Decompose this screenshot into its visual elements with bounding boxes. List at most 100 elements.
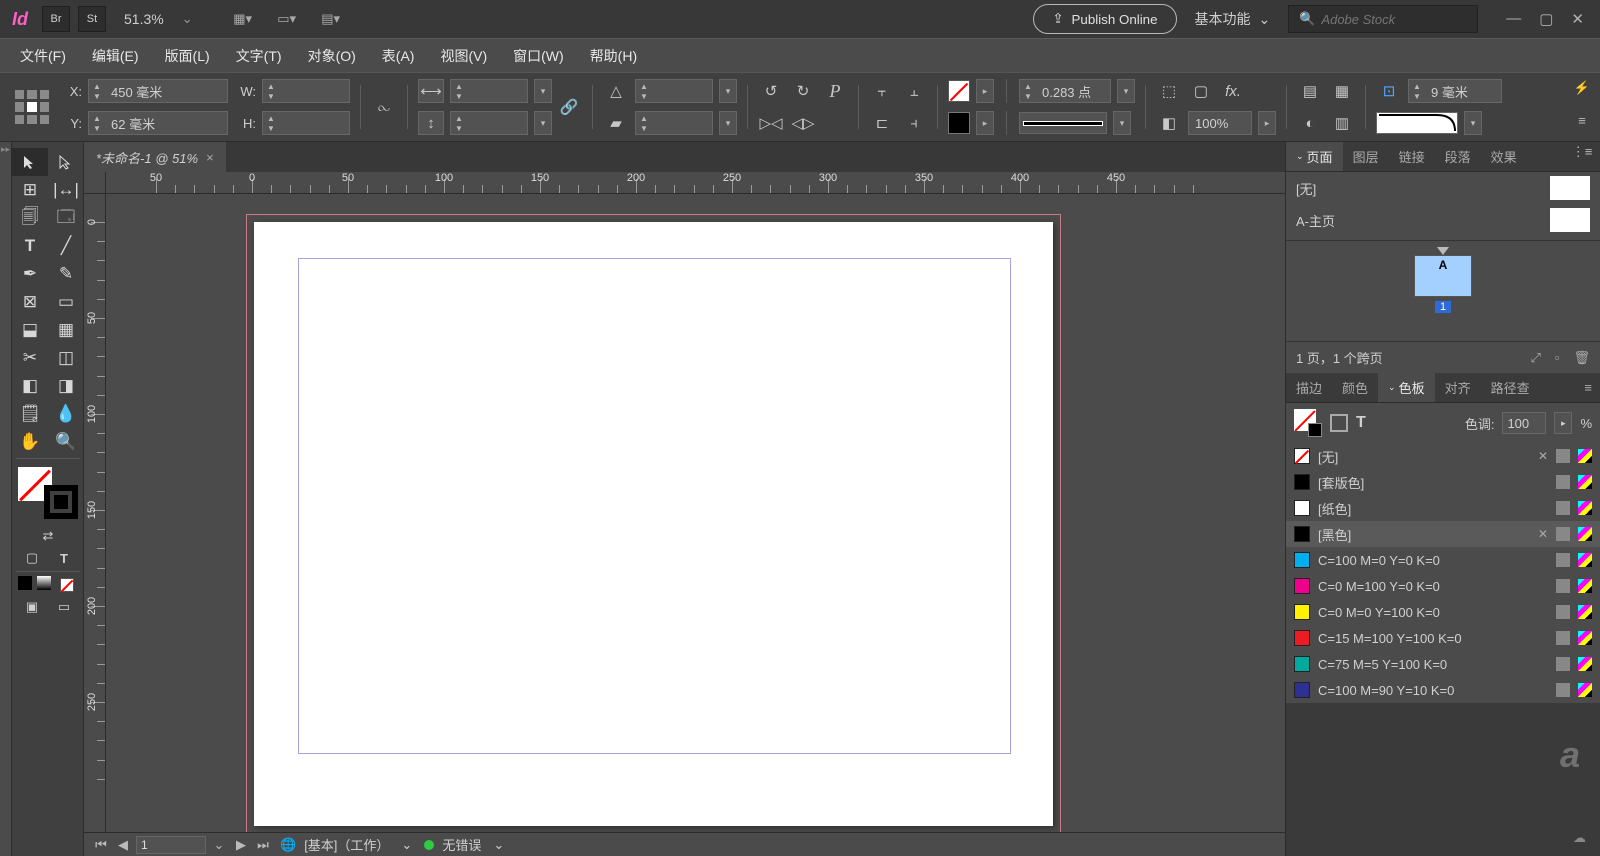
- pencil-tool[interactable]: ✎: [48, 260, 84, 288]
- rotate-ccw-icon[interactable]: ↺: [758, 79, 784, 103]
- link-scale-icon[interactable]: 🔗: [556, 95, 582, 119]
- tab-layers[interactable]: 图层: [1343, 142, 1389, 171]
- canvas[interactable]: [106, 194, 1285, 856]
- arrange-view-icon[interactable]: ▦▾: [231, 7, 255, 31]
- vertical-ruler[interactable]: 050100150200250: [84, 194, 106, 856]
- menu-window[interactable]: 窗口(W): [501, 40, 576, 72]
- fit-content-icon[interactable]: ⬚: [1156, 79, 1182, 103]
- minimize-button[interactable]: —: [1506, 10, 1521, 28]
- swatch-row[interactable]: [黑色]✕: [1286, 521, 1600, 547]
- direct-selection-tool[interactable]: [48, 148, 84, 176]
- corner-options-icon[interactable]: ⊡: [1376, 79, 1402, 103]
- menu-file[interactable]: 文件(F): [8, 40, 78, 72]
- tab-links[interactable]: 链接: [1389, 142, 1435, 171]
- eyedropper-tool[interactable]: 💧: [48, 400, 84, 428]
- stroke-style-selector[interactable]: [1019, 112, 1107, 134]
- preview-view-icon[interactable]: ▭: [53, 598, 75, 616]
- menu-table[interactable]: 表(A): [370, 40, 427, 72]
- corner-shape-selector[interactable]: [1376, 112, 1458, 134]
- menu-layout[interactable]: 版面(L): [153, 40, 222, 72]
- stroke-weight-input[interactable]: ▲▼0.283 点: [1019, 79, 1111, 103]
- scale-x-icon[interactable]: ⟷: [418, 79, 444, 103]
- stock-button[interactable]: St: [78, 6, 106, 32]
- scissors-tool[interactable]: ✂: [12, 344, 48, 372]
- rotate-cw-icon[interactable]: ↻: [790, 79, 816, 103]
- note-tool[interactable]: 🗒: [12, 400, 48, 428]
- new-page-icon[interactable]: ▫: [1555, 350, 1560, 366]
- workspace-selector[interactable]: 基本功能 ⌄: [1185, 9, 1281, 29]
- swatch-row[interactable]: C=15 M=100 Y=100 K=0: [1286, 625, 1600, 651]
- corner-radius-input[interactable]: ▲▼9 毫米: [1408, 79, 1502, 103]
- swatch-row[interactable]: C=100 M=0 Y=0 K=0: [1286, 547, 1600, 573]
- tab-effects[interactable]: 效果: [1481, 142, 1527, 171]
- selection-tool[interactable]: [12, 148, 48, 176]
- page-dropdown-icon[interactable]: ⌄: [210, 837, 228, 853]
- apply-none-icon[interactable]: [56, 576, 78, 594]
- shear-input[interactable]: ▲▼: [635, 111, 713, 135]
- prev-page-icon[interactable]: ◀: [114, 837, 132, 853]
- flip-h-icon[interactable]: ▷◁: [758, 111, 784, 135]
- publish-online-button[interactable]: ⇪ Publish Online: [1033, 4, 1176, 34]
- arrange-documents-icon[interactable]: ▤▾: [319, 7, 343, 31]
- cc-libraries-icon[interactable]: ☁: [1573, 830, 1586, 846]
- content-placer-tool[interactable]: 🗔: [48, 204, 84, 232]
- x-input[interactable]: ▲▼450 毫米: [88, 79, 228, 103]
- polygon-tool[interactable]: ▦: [48, 316, 84, 344]
- master-a-thumb[interactable]: [1550, 208, 1590, 232]
- fill-dropdown[interactable]: ▸: [976, 79, 994, 103]
- text-wrap-bound-icon[interactable]: ▦: [1329, 79, 1355, 103]
- flip-v-icon[interactable]: ◁▷: [790, 111, 816, 135]
- constrain-proportions-icon[interactable]: ⧜: [371, 95, 397, 119]
- document-tab[interactable]: *未命名-1 @ 51% ×: [84, 142, 226, 172]
- type-tool[interactable]: T: [12, 232, 48, 260]
- fx-icon[interactable]: fx.: [1220, 79, 1246, 103]
- line-tool[interactable]: ╱: [48, 232, 84, 260]
- gradient-swatch-tool[interactable]: ◧: [12, 372, 48, 400]
- page-1-thumbnail[interactable]: A: [1414, 255, 1472, 297]
- text-wrap-jump-icon[interactable]: ▥: [1329, 111, 1355, 135]
- tab-swatches[interactable]: ⌄色板: [1378, 373, 1435, 402]
- w-input[interactable]: ▲▼: [262, 79, 350, 103]
- menu-edit[interactable]: 编辑(E): [80, 40, 151, 72]
- swatches-fill-stroke-proxy[interactable]: [1294, 409, 1322, 437]
- gradient-feather-tool[interactable]: ◨: [48, 372, 84, 400]
- tint-input[interactable]: 100: [1502, 412, 1546, 434]
- tab-paragraph[interactable]: 段落: [1435, 142, 1481, 171]
- preflight-status[interactable]: 无错误: [442, 835, 481, 854]
- stock-search-input[interactable]: [1321, 12, 1499, 27]
- tab-stroke[interactable]: 描边: [1286, 373, 1332, 402]
- zoom-tool[interactable]: 🔍: [48, 428, 84, 456]
- text-wrap-shape-icon[interactable]: ◐: [1297, 111, 1323, 135]
- clear-transform-icon[interactable]: P: [822, 79, 848, 103]
- tab-pages[interactable]: ⌄页面: [1286, 142, 1343, 171]
- stroke-swatch[interactable]: [948, 112, 970, 134]
- tab-pathfinder[interactable]: 路径查: [1481, 373, 1540, 402]
- swatch-row[interactable]: C=0 M=0 Y=100 K=0: [1286, 599, 1600, 625]
- align-hcenter-icon[interactable]: ⫞: [901, 111, 927, 135]
- scale-x-input[interactable]: ▲▼: [450, 79, 528, 103]
- horizontal-ruler[interactable]: 50050100150200250300350400450: [106, 172, 1285, 194]
- formatting-container-icon[interactable]: [1330, 414, 1348, 432]
- gap-tool[interactable]: |↔|: [48, 176, 84, 204]
- tint-dropdown-icon[interactable]: ▸: [1554, 412, 1572, 434]
- tab-align[interactable]: 对齐: [1435, 373, 1481, 402]
- rectangle-tool[interactable]: ▭: [48, 288, 84, 316]
- apply-color-icon[interactable]: [18, 576, 32, 590]
- swap-fill-stroke-icon[interactable]: ⇄: [37, 527, 59, 545]
- swatch-row[interactable]: [套版色]: [1286, 469, 1600, 495]
- formatting-text-icon[interactable]: T: [53, 549, 75, 567]
- align-vcenter-icon[interactable]: ⫠: [901, 79, 927, 103]
- fill-swatch[interactable]: [948, 80, 970, 102]
- align-left-icon[interactable]: ⊏: [869, 111, 895, 135]
- free-transform-tool[interactable]: ◫: [48, 344, 84, 372]
- menu-object[interactable]: 对象(O): [296, 40, 368, 72]
- page-tool[interactable]: ⊞: [12, 176, 48, 204]
- y-input[interactable]: ▲▼62 毫米: [88, 111, 228, 135]
- preflight-profile[interactable]: [基本]（工作）: [304, 835, 389, 854]
- opacity-input[interactable]: 100%: [1188, 111, 1252, 135]
- open-navigator-icon[interactable]: 🌐: [280, 837, 296, 853]
- delete-page-icon[interactable]: 🗑: [1573, 350, 1590, 366]
- quick-apply-icon[interactable]: ⚡: [1570, 76, 1594, 100]
- h-input[interactable]: ▲▼: [262, 111, 350, 135]
- formatting-text-icon[interactable]: T: [1356, 414, 1366, 432]
